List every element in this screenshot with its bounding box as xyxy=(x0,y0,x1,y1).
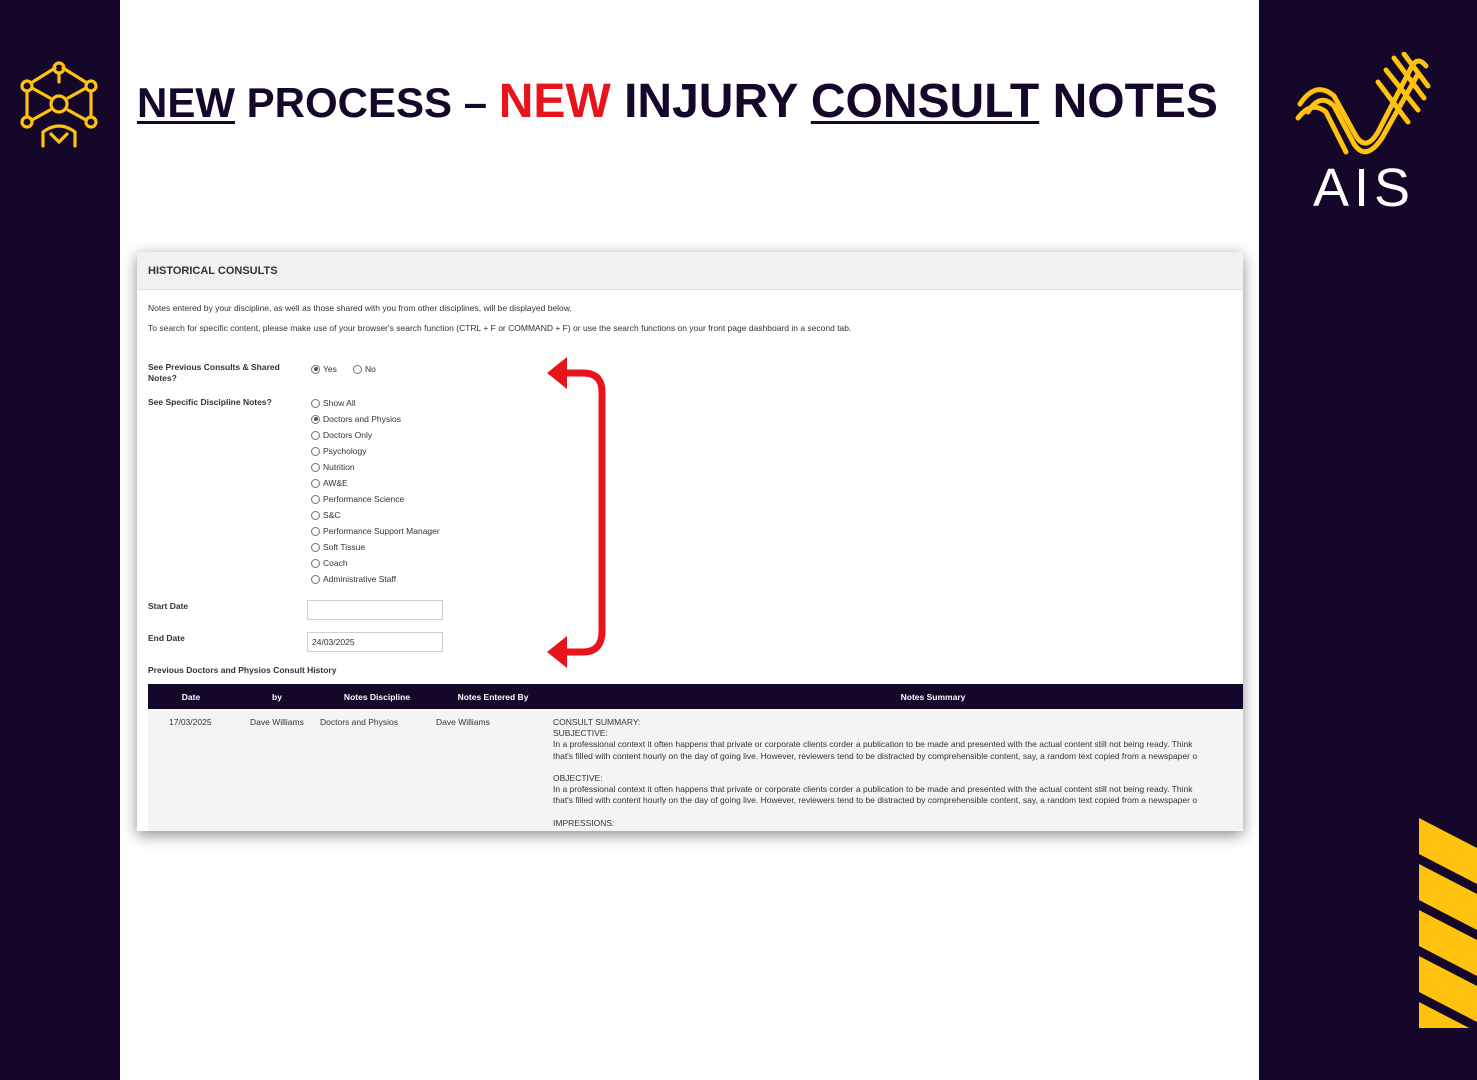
discipline-option-performance-science[interactable]: Performance Science xyxy=(311,493,404,505)
network-people-icon xyxy=(20,61,98,148)
discipline-radio[interactable] xyxy=(311,478,320,488)
start-date-input[interactable] xyxy=(307,600,443,620)
discipline-radio[interactable] xyxy=(311,558,320,568)
table-row[interactable]: 17/03/2025 Dave Williams Doctors and Phy… xyxy=(148,709,1243,831)
discipline-option-label: Administrative Staff xyxy=(323,574,397,584)
ais-ribbon-icon xyxy=(1295,51,1431,155)
discipline-radio[interactable] xyxy=(311,542,320,552)
previous-consults-label: See Previous Consults & Shared Notes? xyxy=(148,362,293,384)
column-header-by[interactable]: by xyxy=(272,692,282,702)
previous-no-radio[interactable] xyxy=(353,364,362,374)
discipline-radio[interactable] xyxy=(311,430,320,440)
discipline-option-performance-support-manager[interactable]: Performance Support Manager xyxy=(311,525,440,537)
previous-yes-label: Yes xyxy=(323,364,337,374)
end-date-label: End Date xyxy=(148,633,185,643)
discipline-option-awe[interactable]: AW&E xyxy=(311,477,348,489)
row-notes-summary: CONSULT SUMMARY: SUBJECTIVE: In a profes… xyxy=(553,717,1198,831)
info-text-search: To search for specific content, please m… xyxy=(148,323,852,333)
discipline-option-label: Performance Support Manager xyxy=(323,526,440,536)
panel-title: HISTORICAL CONSULTS xyxy=(148,265,278,277)
discipline-option-doctors-only[interactable]: Doctors Only xyxy=(311,429,372,441)
row-by: Dave Williams xyxy=(250,717,304,727)
title-notes-word: NOTES xyxy=(1039,75,1218,128)
discipline-option-label: Doctors Only xyxy=(323,430,373,440)
previous-consults-label-line2: Notes? xyxy=(148,373,177,383)
column-header-discipline[interactable]: Notes Discipline xyxy=(344,692,410,702)
discipline-label: See Specific Discipline Notes? xyxy=(148,397,272,407)
title-new-highlight: NEW xyxy=(498,75,611,128)
previous-yes-radio[interactable] xyxy=(311,364,320,374)
discipline-option-label: Performance Science xyxy=(323,494,405,504)
discipline-radio[interactable] xyxy=(311,510,320,520)
discipline-option-label: Coach xyxy=(323,558,348,568)
discipline-radio[interactable] xyxy=(311,494,320,504)
discipline-option-show-all[interactable]: Show All xyxy=(311,397,356,409)
discipline-option-administrative-staff[interactable]: Administrative Staff xyxy=(311,573,396,585)
decorative-stripes xyxy=(1419,818,1477,1028)
discipline-option-label: Show All xyxy=(323,398,356,408)
discipline-radio[interactable] xyxy=(311,462,320,472)
title-process-word: PROCESS – xyxy=(235,79,499,126)
discipline-radio[interactable] xyxy=(311,398,320,408)
start-date-label: Start Date xyxy=(148,601,189,611)
row-discipline: Doctors and Physios xyxy=(320,717,398,727)
row-entered-by: Dave Williams xyxy=(436,717,490,727)
previous-no-label: No xyxy=(365,364,376,374)
discipline-radio[interactable] xyxy=(311,526,320,536)
panel-header: HISTORICAL CONSULTS xyxy=(137,252,1243,290)
range-arrow-annotation xyxy=(547,357,606,668)
historical-consults-panel: HISTORICAL CONSULTS Notes entered by you… xyxy=(137,252,1243,831)
discipline-option-label: Nutrition xyxy=(323,462,355,472)
column-header-summary[interactable]: Notes Summary xyxy=(901,692,966,702)
discipline-option-psychology[interactable]: Psychology xyxy=(311,445,366,457)
column-header-date[interactable]: Date xyxy=(182,692,200,702)
slide-title: NEW PROCESS – NEW INJURY CONSULT NOTES xyxy=(137,74,1218,129)
left-sidebar-band xyxy=(0,0,120,1080)
end-date-input[interactable] xyxy=(307,632,443,652)
info-text-discipline: Notes entered by your discipline, as wel… xyxy=(148,303,572,313)
discipline-option-label: Psychology xyxy=(323,446,367,456)
discipline-option-doctors-physios[interactable]: Doctors and Physios xyxy=(311,413,401,425)
ais-logo: AIS xyxy=(1294,51,1434,218)
discipline-radio[interactable] xyxy=(311,414,320,424)
row-date: 17/03/2025 xyxy=(169,717,212,727)
previous-consults-label-line1: See Previous Consults & Shared xyxy=(148,362,280,372)
column-header-entered-by[interactable]: Notes Entered By xyxy=(458,692,529,702)
discipline-option-nutrition[interactable]: Nutrition xyxy=(311,461,355,473)
discipline-option-sc[interactable]: S&C xyxy=(311,509,340,521)
right-sidebar-band: AIS xyxy=(1259,0,1477,1080)
discipline-option-label: AW&E xyxy=(323,478,348,488)
previous-yes-option[interactable]: Yes xyxy=(311,363,337,375)
title-new-word: NEW xyxy=(137,79,235,126)
discipline-option-label: Soft Tissue xyxy=(323,542,366,552)
discipline-radio[interactable] xyxy=(311,574,320,584)
discipline-radio[interactable] xyxy=(311,446,320,456)
title-consult-word: CONSULT xyxy=(810,75,1040,128)
discipline-option-soft-tissue[interactable]: Soft Tissue xyxy=(311,541,365,553)
previous-no-option[interactable]: No xyxy=(353,363,376,375)
discipline-option-label: Doctors and Physios xyxy=(323,414,401,424)
consult-history-table-header: Date by Notes Discipline Notes Entered B… xyxy=(148,684,1243,709)
discipline-option-coach[interactable]: Coach xyxy=(311,557,348,569)
ais-wordmark: AIS xyxy=(1312,158,1416,218)
consult-history-title: Previous Doctors and Physios Consult His… xyxy=(148,665,337,675)
discipline-option-label: S&C xyxy=(323,510,341,520)
title-injury-word: INJURY xyxy=(610,75,811,128)
